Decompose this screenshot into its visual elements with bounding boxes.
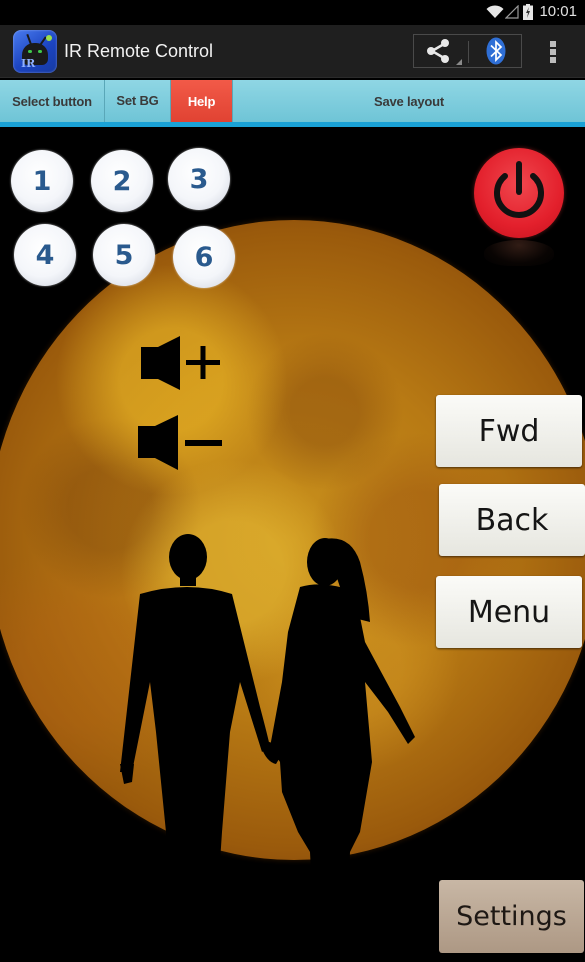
overflow-menu-icon (550, 57, 556, 63)
app-title: IR Remote Control (64, 41, 214, 61)
antenna-ball (46, 35, 52, 41)
action-bar: IR IR Remote Control (0, 25, 585, 78)
clock: 10:01 (539, 3, 577, 20)
save-layout-button[interactable]: Save layout (233, 80, 585, 123)
robot-eye (28, 50, 32, 53)
back-button[interactable]: Back (439, 484, 585, 556)
overflow-menu-icon (550, 41, 556, 47)
cell-signal-icon (505, 5, 519, 19)
fwd-button[interactable]: Fwd (436, 395, 582, 467)
bluetooth-icon (486, 37, 506, 65)
ir-remote-app-icon[interactable]: IR (13, 30, 57, 73)
select-button-button[interactable]: Select button (0, 80, 105, 123)
remote-canvas: 1 2 3 4 5 6 Fwd Back Menu Settings (0, 127, 585, 962)
robot-eye (38, 50, 42, 53)
number-button-3[interactable]: 3 (168, 148, 230, 210)
action-buttons-group (413, 34, 522, 68)
volume-up-icon (141, 336, 220, 390)
menu-button[interactable]: Menu (436, 576, 582, 648)
app-icon-label: IR (21, 57, 36, 70)
number-button-1[interactable]: 1 (11, 150, 73, 212)
overflow-menu-button[interactable] (540, 37, 566, 65)
power-button[interactable] (474, 148, 564, 238)
number-button-6[interactable]: 6 (173, 226, 235, 288)
settings-button[interactable]: Settings (439, 880, 584, 953)
help-button[interactable]: Help (171, 80, 233, 123)
couple-silhouette-image (120, 534, 415, 952)
power-button-reflection (484, 240, 554, 266)
overflow-menu-icon (550, 49, 556, 55)
wifi-icon (486, 5, 504, 18)
volume-down-icon (138, 415, 222, 470)
status-bar: 10:01 (0, 0, 585, 25)
power-icon (494, 161, 544, 218)
share-icon (427, 39, 462, 65)
volume-up-button[interactable] (138, 335, 228, 395)
bluetooth-button[interactable] (469, 35, 522, 67)
number-button-4[interactable]: 4 (14, 224, 76, 286)
battery-charging-icon (523, 4, 533, 20)
share-button[interactable] (414, 35, 468, 67)
number-button-2[interactable]: 2 (91, 150, 153, 212)
volume-down-button[interactable] (135, 414, 225, 474)
set-bg-button[interactable]: Set BG (105, 80, 171, 123)
toolbar: Select button Set BG Help Save layout (0, 80, 585, 126)
number-button-5[interactable]: 5 (93, 224, 155, 286)
